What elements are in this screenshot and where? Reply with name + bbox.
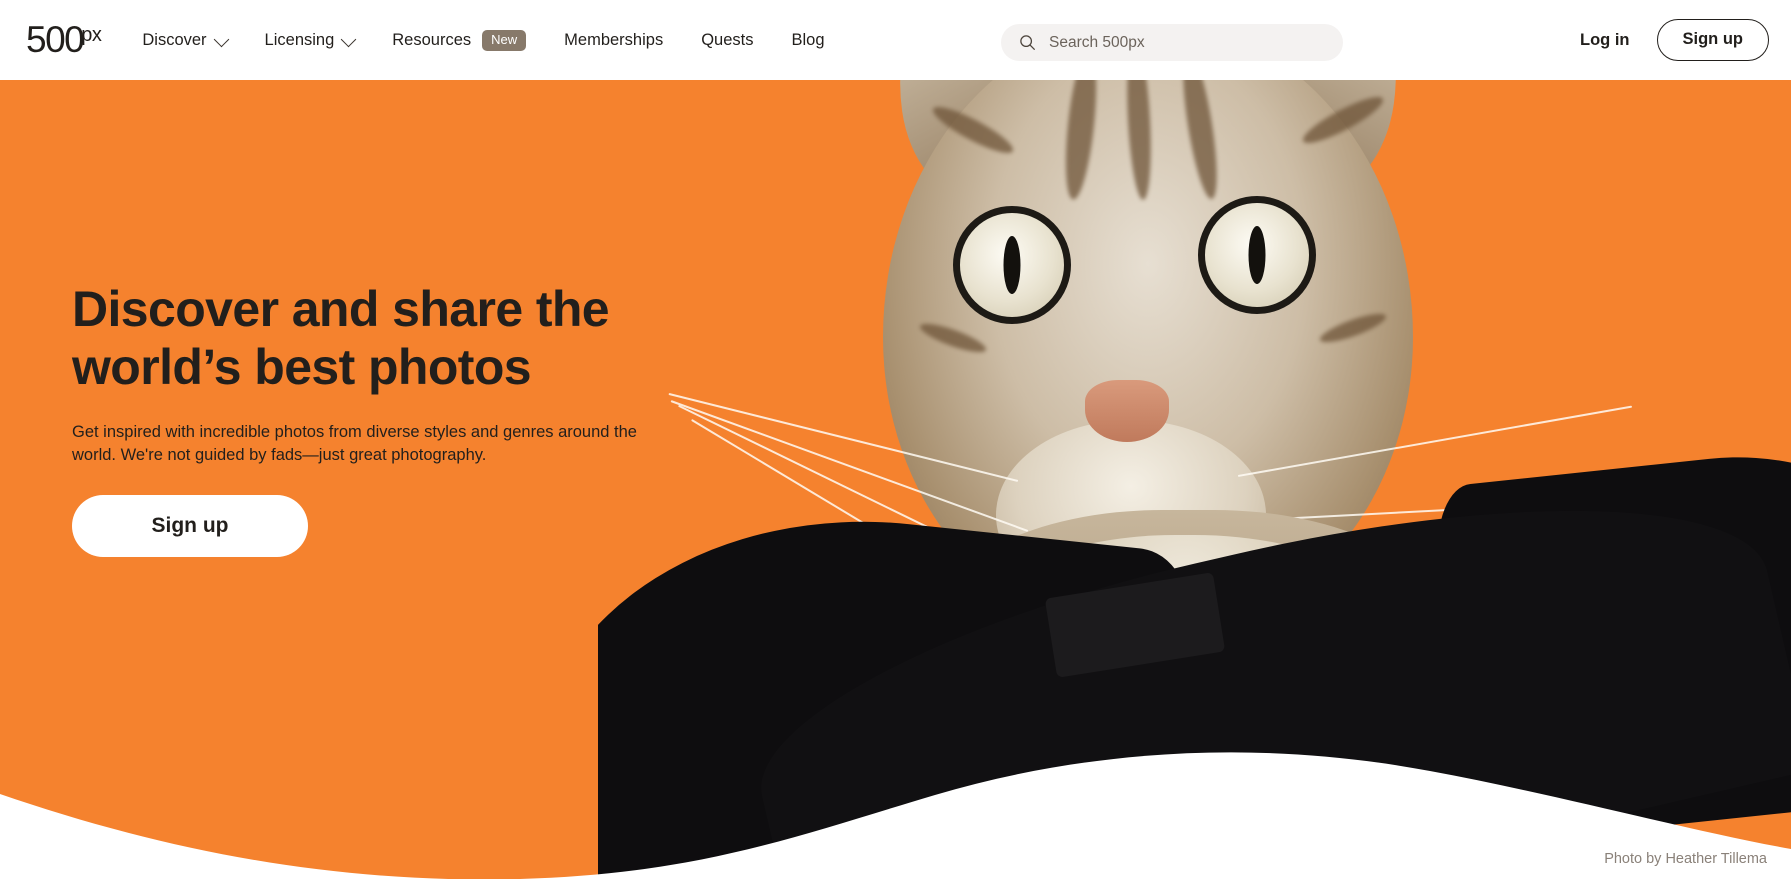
nav-item-label: Discover: [142, 30, 207, 49]
hero-section: Discover and share the world’s best phot…: [0, 80, 1791, 879]
search-icon: [1020, 35, 1035, 50]
chevron-down-icon: [340, 31, 357, 47]
nav-item-label: Resources: [392, 30, 472, 49]
cat-nose: [1085, 380, 1169, 442]
500px-logo[interactable]: 500 px: [26, 19, 102, 60]
cat-illustration: [598, 80, 1791, 879]
search-input[interactable]: [1049, 33, 1309, 52]
auth-actions: Log in Sign up: [1580, 0, 1769, 80]
cat-eye-right: [1198, 196, 1316, 314]
cat-pupil: [1248, 226, 1266, 284]
nav-item-resources[interactable]: Resources New: [392, 22, 527, 59]
cat-eye-left: [953, 206, 1071, 324]
nav-item-label: Licensing: [264, 30, 335, 49]
logo-text-main: 500: [26, 19, 85, 60]
signup-button-nav[interactable]: Sign up: [1656, 19, 1769, 61]
photo-credit: Photo by Heather Tillema: [1604, 851, 1767, 867]
status-badge-new: New: [482, 29, 527, 51]
nav-item-blog[interactable]: Blog: [791, 23, 824, 58]
search-bar[interactable]: [1001, 24, 1343, 61]
nav-item-label: Blog: [791, 30, 825, 49]
nav-item-memberships[interactable]: Memberships: [564, 23, 663, 58]
hero-copy-block: Discover and share the world’s best phot…: [72, 280, 712, 557]
primary-nav-links: Discover Licensing Resources New Members…: [142, 22, 862, 59]
page-title: Discover and share the world’s best phot…: [72, 281, 610, 395]
nav-item-licensing[interactable]: Licensing: [264, 23, 357, 58]
signup-button-hero[interactable]: Sign up: [72, 495, 308, 557]
nav-item-discover[interactable]: Discover: [142, 23, 229, 58]
chevron-down-icon: [213, 31, 229, 47]
login-link[interactable]: Log in: [1580, 31, 1629, 50]
cat-pupil: [1003, 236, 1021, 294]
nav-item-label: Quests: [701, 30, 754, 49]
nav-item-label: Memberships: [564, 30, 664, 49]
logo-text-superscript: px: [81, 24, 102, 46]
nav-item-quests[interactable]: Quests: [701, 23, 753, 58]
hero-subtitle: Get inspired with incredible photos from…: [72, 423, 637, 464]
hero-photo-cat: [598, 80, 1791, 879]
top-navigation-bar: 500 px Discover Licensing Resources New M…: [0, 0, 1791, 80]
